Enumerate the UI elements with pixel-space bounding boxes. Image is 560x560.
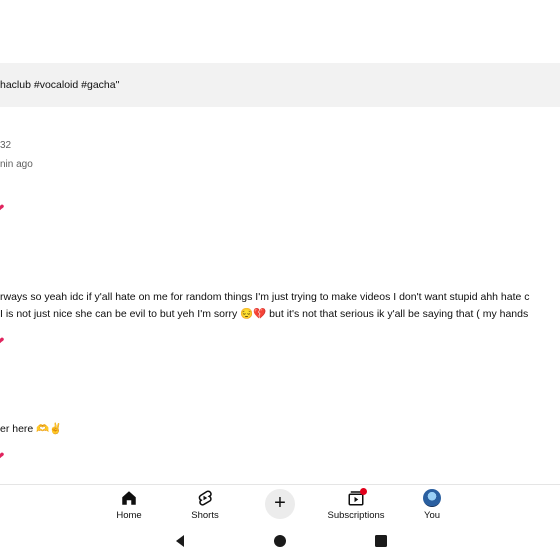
bottom-navigation: Home Shorts + Subscriptions You <box>0 484 560 525</box>
nav-subscriptions[interactable]: Subscriptions <box>321 488 391 521</box>
search-query-bar[interactable]: haclub #vocaloid #gacha" <box>0 63 560 107</box>
nav-home-label: Home <box>116 510 142 521</box>
search-query-text: haclub #vocaloid #gacha" <box>0 79 120 91</box>
plus-icon: + <box>274 492 286 514</box>
shorts-icon <box>198 490 212 506</box>
home-circle-icon[interactable] <box>273 534 287 548</box>
system-navigation-bar <box>0 524 560 560</box>
heart-icon[interactable]: ❤ <box>0 336 4 348</box>
home-icon <box>122 491 136 505</box>
avatar <box>423 489 441 507</box>
heart-icon[interactable]: ❤ <box>0 203 4 215</box>
nav-you[interactable]: You <box>397 489 467 521</box>
notification-dot <box>360 488 367 495</box>
nav-home[interactable]: Home <box>94 489 164 521</box>
nav-you-label: You <box>423 510 441 521</box>
nav-shorts-label: Shorts <box>191 510 219 521</box>
create-button[interactable]: + <box>265 489 295 519</box>
nav-shorts[interactable]: Shorts <box>170 489 240 521</box>
nav-subscriptions-label: Subscriptions <box>327 510 385 521</box>
recents-icon[interactable] <box>374 534 388 548</box>
comment-line-3: er here 🫶✌ <box>0 423 63 435</box>
comment-line-2: I is not just nice she can be evil to bu… <box>0 308 529 320</box>
comment-count: 32 <box>0 140 12 151</box>
comment-time: nin ago <box>0 159 33 170</box>
back-icon[interactable] <box>173 534 187 548</box>
comment-line-1: rways so yeah idc if y'all hate on me fo… <box>0 291 530 303</box>
heart-icon[interactable]: ❤ <box>0 451 4 463</box>
